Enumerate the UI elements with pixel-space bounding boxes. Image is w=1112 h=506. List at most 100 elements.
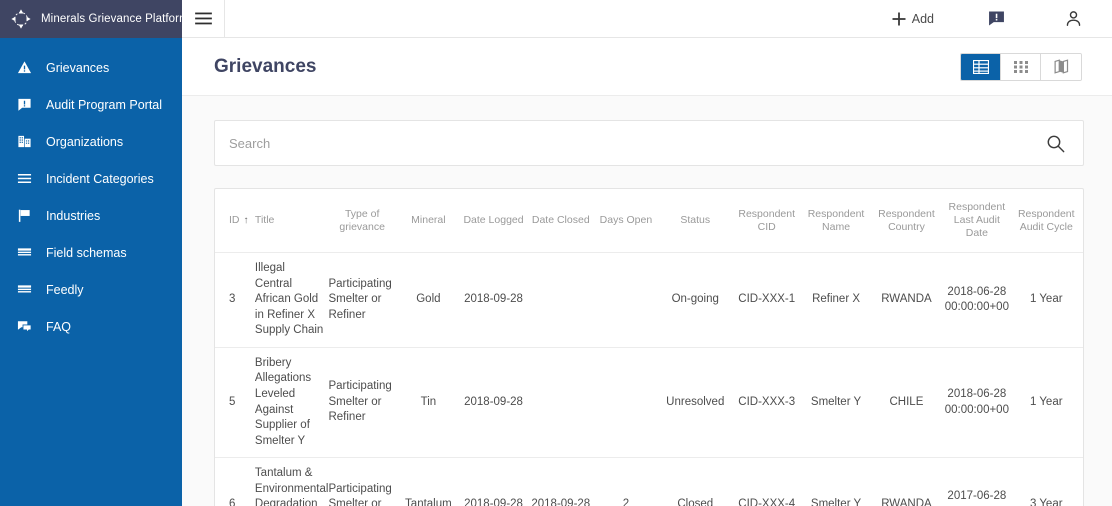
page-header: Grievances bbox=[182, 38, 1112, 96]
sidebar-item-organizations[interactable]: Organizations bbox=[0, 123, 182, 160]
search-bar bbox=[214, 120, 1084, 166]
column-header-date-closed[interactable]: Date Closed bbox=[530, 189, 596, 254]
building-icon bbox=[17, 134, 32, 149]
add-button[interactable]: Add bbox=[868, 0, 958, 37]
map-view-icon[interactable] bbox=[1041, 53, 1081, 80]
cell-respondent-country: RWANDA bbox=[872, 457, 945, 506]
cell-title: Illegal Central African Gold in Refiner … bbox=[254, 252, 329, 348]
cell-date-logged: 2018-09-28 bbox=[460, 347, 531, 459]
column-header-respondent-last-audit-date[interactable]: Respondent Last Audit Date bbox=[944, 189, 1014, 254]
cell-type: Participating Smelter or Refiner bbox=[328, 252, 400, 348]
warning-triangle-icon bbox=[17, 60, 32, 75]
sort-ascending-icon: ↑ bbox=[243, 214, 249, 226]
flag-icon bbox=[17, 208, 32, 223]
main-area: Add Grievances Search ID ↑ Title Type of… bbox=[182, 0, 1112, 506]
cell-respondent-last-audit-date: 2018-06-28 00:00:00+00 bbox=[944, 252, 1014, 348]
sidebar-item-feedly[interactable]: Feedly bbox=[0, 271, 182, 308]
column-header-mineral[interactable]: Mineral bbox=[399, 189, 461, 254]
sidebar-item-field-schemas[interactable]: Field schemas bbox=[0, 234, 182, 271]
column-header-respondent-country[interactable]: Respondent Country bbox=[872, 189, 945, 254]
cell-title: Bribery Allegations Leveled Against Supp… bbox=[254, 347, 329, 459]
cell-respondent-audit-cycle: 3 Year bbox=[1013, 457, 1083, 506]
cell-date-closed: 2018-09-28 bbox=[530, 457, 596, 506]
cell-respondent-audit-cycle: 1 Year bbox=[1013, 252, 1083, 348]
cell-type: Participating Smelter or Refiner bbox=[328, 347, 400, 459]
brand-title: Minerals Grievance Platform bbox=[41, 13, 189, 25]
cell-respondent-audit-cycle: 1 Year bbox=[1013, 347, 1083, 459]
search-icon[interactable] bbox=[1046, 134, 1065, 153]
sidebar-item-label: FAQ bbox=[46, 319, 72, 334]
sidebar-item-audit-program-portal[interactable]: Audit Program Portal bbox=[0, 86, 182, 123]
sidebar-item-faq[interactable]: FAQ bbox=[0, 308, 182, 345]
announcement-icon bbox=[988, 10, 1005, 27]
cell-type: Participating Smelter or Refiner bbox=[328, 457, 400, 506]
grid-view-icon[interactable] bbox=[1001, 53, 1041, 80]
table-header: ID ↑ Title Type of grievance Mineral Date… bbox=[215, 189, 1083, 254]
sidebar-item-incident-categories[interactable]: Incident Categories bbox=[0, 160, 182, 197]
sidebar-item-label: Industries bbox=[46, 208, 101, 223]
compass-arrows-icon bbox=[10, 8, 32, 30]
sidebar: Minerals Grievance Platform Grievances A… bbox=[0, 0, 189, 506]
sidebar-nav: Grievances Audit Program Portal Organiza… bbox=[0, 38, 182, 345]
column-header-date-logged[interactable]: Date Logged bbox=[460, 189, 531, 254]
grievances-table-card: ID ↑ Title Type of grievance Mineral Date… bbox=[214, 188, 1084, 506]
cell-respondent-cid: CID-XXX-4 bbox=[734, 457, 804, 506]
add-button-label: Add bbox=[911, 11, 934, 26]
grievances-table: ID ↑ Title Type of grievance Mineral Date… bbox=[215, 189, 1083, 506]
table-row[interactable]: 5 Bribery Allegations Leveled Against Su… bbox=[215, 347, 1083, 459]
sidebar-item-label: Grievances bbox=[46, 60, 110, 75]
sidebar-item-label: Incident Categories bbox=[46, 171, 154, 186]
table-rows-icon bbox=[17, 245, 32, 260]
table-row[interactable]: 3 Illegal Central African Gold in Refine… bbox=[215, 252, 1083, 348]
top-bar: Add bbox=[182, 0, 1112, 38]
sidebar-item-label: Organizations bbox=[46, 134, 124, 149]
cell-date-logged: 2018-09-28 bbox=[460, 457, 531, 506]
column-header-id[interactable]: ID ↑ bbox=[215, 189, 255, 254]
cell-id: 5 bbox=[215, 347, 255, 459]
column-header-respondent-audit-cycle[interactable]: Respondent Audit Cycle bbox=[1013, 189, 1083, 254]
cell-date-logged: 2018-09-28 bbox=[460, 252, 531, 348]
column-header-respondent-name[interactable]: Respondent Name bbox=[803, 189, 873, 254]
cell-respondent-name: Smelter Y bbox=[803, 457, 873, 506]
announcement-icon bbox=[17, 97, 32, 112]
view-toggle-group bbox=[960, 52, 1082, 81]
column-header-status[interactable]: Status bbox=[660, 189, 735, 254]
cell-id: 3 bbox=[215, 252, 255, 348]
table-view-icon[interactable] bbox=[961, 53, 1001, 80]
sidebar-item-grievances[interactable]: Grievances bbox=[0, 49, 182, 86]
app-root: Minerals Grievance Platform Grievances A… bbox=[0, 0, 1112, 506]
cell-respondent-last-audit-date: 2018-06-28 00:00:00+00 bbox=[944, 347, 1014, 459]
column-header-respondent-cid[interactable]: Respondent CID bbox=[734, 189, 804, 254]
brand-header[interactable]: Minerals Grievance Platform bbox=[0, 0, 189, 38]
cell-days-open: 2 bbox=[595, 457, 661, 506]
cell-title: Tantalum & Environmental Degradation in … bbox=[254, 457, 329, 506]
cell-respondent-last-audit-date: 2017-06-28 00:00:00+00 bbox=[944, 457, 1014, 506]
column-header-days-open[interactable]: Days Open bbox=[595, 189, 661, 254]
column-header-title[interactable]: Title bbox=[254, 189, 329, 254]
cell-respondent-cid: CID-XXX-3 bbox=[734, 347, 804, 459]
profile-button[interactable] bbox=[1035, 0, 1098, 37]
cell-days-open bbox=[595, 252, 661, 348]
announcement-button[interactable] bbox=[958, 0, 1035, 37]
sidebar-item-label: Audit Program Portal bbox=[46, 97, 163, 112]
chat-bubbles-icon bbox=[17, 319, 32, 334]
column-header-type-of-grievance[interactable]: Type of grievance bbox=[328, 189, 400, 254]
table-row[interactable]: 6 Tantalum & Environmental Degradation i… bbox=[215, 457, 1083, 506]
cell-status: Closed bbox=[660, 457, 735, 506]
sidebar-item-label: Field schemas bbox=[46, 245, 127, 260]
person-icon bbox=[1065, 10, 1082, 27]
cell-respondent-name: Smelter Y bbox=[803, 347, 873, 459]
cell-days-open bbox=[595, 347, 661, 459]
cell-id: 6 bbox=[215, 457, 255, 506]
search-input[interactable] bbox=[215, 121, 1046, 165]
page-title: Grievances bbox=[214, 55, 317, 77]
sidebar-item-industries[interactable]: Industries bbox=[0, 197, 182, 234]
cell-status: Unresolved bbox=[660, 347, 735, 459]
sidebar-item-label: Feedly bbox=[46, 282, 84, 297]
table-rows-icon bbox=[17, 282, 32, 297]
cell-respondent-name: Refiner X bbox=[803, 252, 873, 348]
cell-status: On-going bbox=[660, 252, 735, 348]
cell-mineral: Tin bbox=[399, 347, 461, 459]
cell-mineral: Gold bbox=[399, 252, 461, 348]
cell-respondent-country: CHILE bbox=[872, 347, 945, 459]
